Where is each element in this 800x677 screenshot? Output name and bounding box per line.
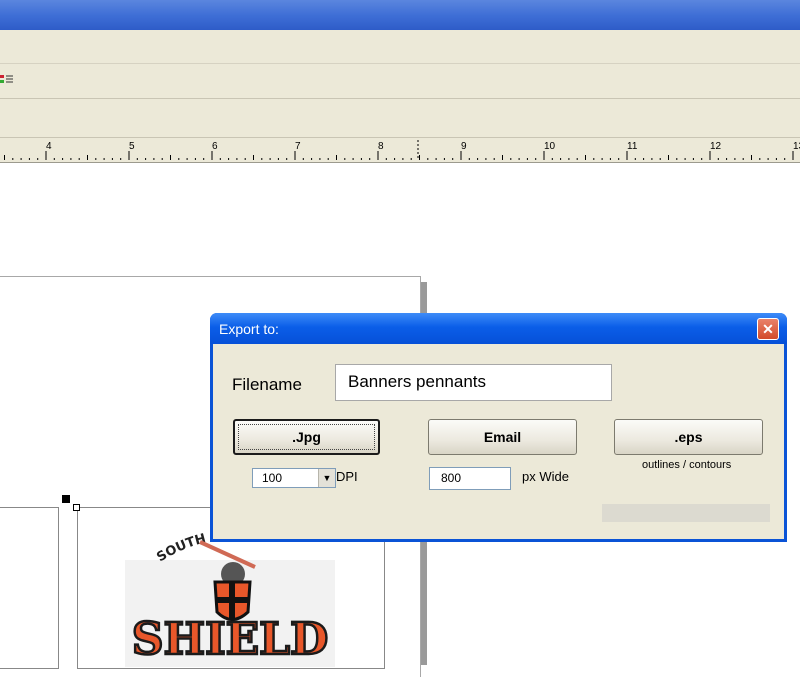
focus-ring [238, 424, 375, 450]
filename-label: Filename [232, 375, 302, 394]
bullet-list-icon[interactable] [0, 74, 14, 86]
pennant-frame-left[interactable] [0, 507, 59, 669]
dialog-body: Filename Banners pennants .Jpg Email .ep… [213, 344, 784, 539]
ruler-label: 13 [793, 141, 800, 152]
filename-input[interactable]: Banners pennants [335, 364, 612, 401]
ruler-label: 9 [461, 141, 467, 152]
export-jpg-button[interactable]: .Jpg [233, 419, 380, 455]
selection-handle-small[interactable] [73, 504, 80, 511]
export-eps-button[interactable]: .eps [614, 419, 763, 455]
toolbar [0, 64, 800, 99]
ruler-label: 8 [378, 141, 384, 152]
ruler-label: 12 [710, 141, 722, 152]
dpi-select[interactable]: 100 ▼ [252, 468, 336, 488]
ruler-label: 4 [46, 141, 52, 152]
dpi-label: DPI [336, 469, 358, 484]
ruler-label: 6 [212, 141, 218, 152]
dialog-title: Export to: [219, 321, 279, 337]
ruler-label: 7 [295, 141, 301, 152]
ruler-label: 10 [544, 141, 556, 152]
logo-word: SHIELD [132, 614, 329, 665]
selection-handle[interactable] [62, 495, 70, 503]
ruler-label: 5 [129, 141, 135, 152]
width-input[interactable]: 800 [429, 467, 511, 490]
width-label: px Wide [522, 469, 569, 484]
horizontal-ruler: 4 5 6 7 8 9 10 11 12 13 [0, 138, 800, 163]
email-button[interactable]: Email [428, 419, 577, 455]
dialog-title-bar[interactable]: Export to: ✕ [210, 313, 787, 344]
toolbar-secondary [0, 99, 800, 138]
app-title-bar [0, 0, 800, 30]
ruler-label: 11 [627, 141, 638, 152]
email-button-label: Email [483, 429, 522, 445]
export-dialog: Export to: ✕ Filename Banners pennants .… [210, 313, 787, 542]
dpi-select-value: 100 [262, 471, 283, 485]
chevron-down-icon[interactable]: ▼ [318, 469, 335, 487]
export-progress-bar [602, 504, 770, 522]
menu-bar [0, 30, 800, 64]
eps-caption: outlines / contours [642, 459, 732, 471]
shield-logo[interactable]: SOUTH OKA SHIELD [115, 522, 345, 667]
close-icon[interactable]: ✕ [757, 318, 779, 340]
eps-button-label: .eps [674, 429, 703, 445]
